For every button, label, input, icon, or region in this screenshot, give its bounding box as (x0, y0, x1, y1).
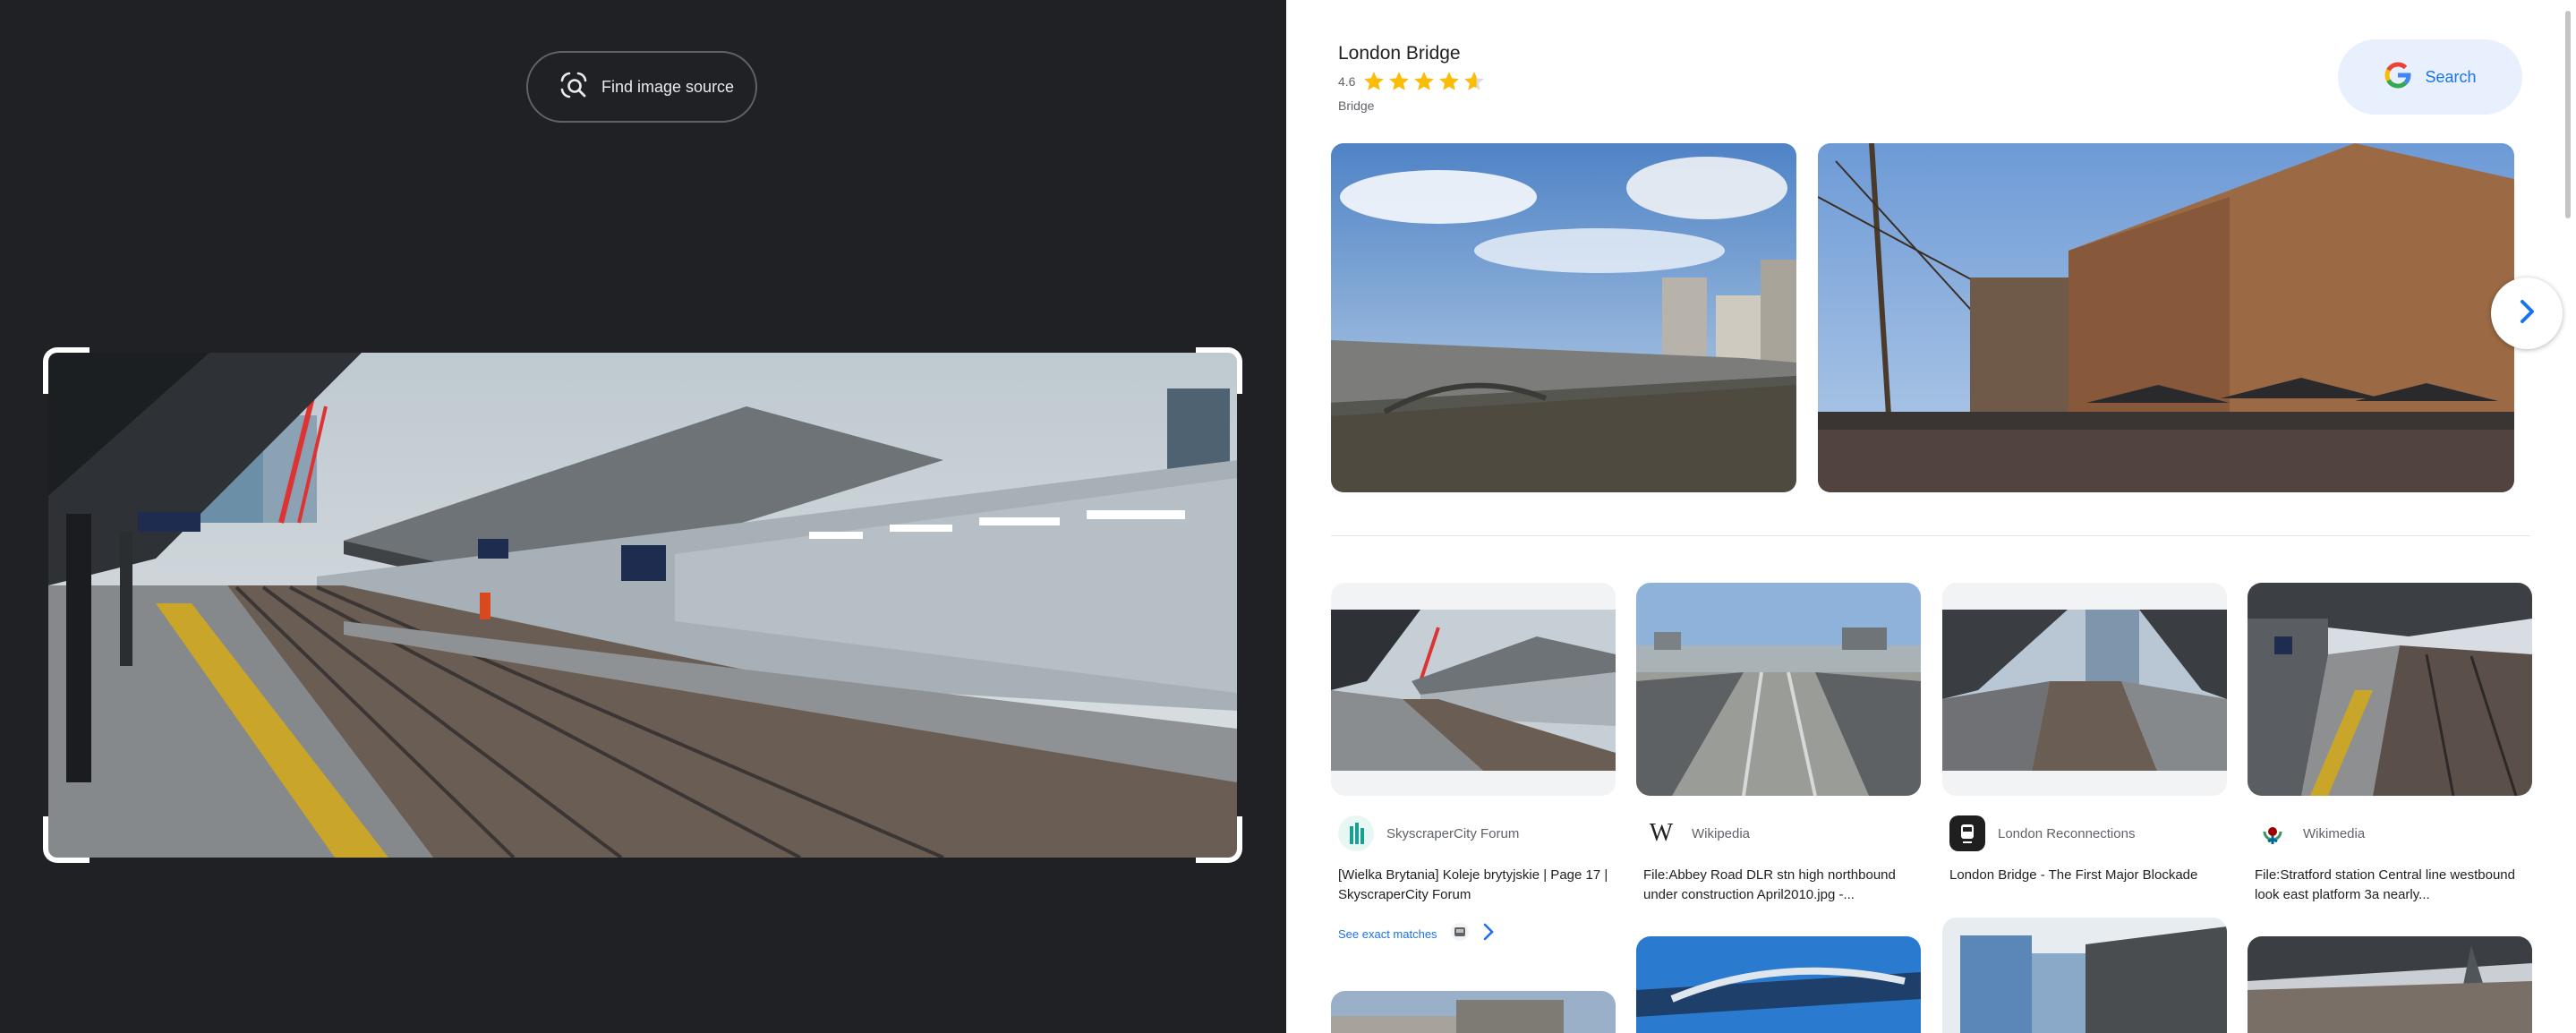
rating-row: 4.6 (1338, 70, 1486, 93)
result-source[interactable]: London Reconnections (1942, 815, 2227, 851)
visual-match-card[interactable]: W Wikipedia File:Abbey Road DLR stn high… (1636, 583, 1921, 905)
result-source[interactable]: Wikimedia (2248, 815, 2532, 851)
search-button-label: Search (2425, 67, 2477, 86)
result-source[interactable]: SkyscraperCity Forum (1331, 815, 1616, 851)
find-image-source-button[interactable]: Find image source (526, 51, 757, 123)
crop-corner-top-left[interactable] (43, 347, 90, 394)
chevron-right-icon (1482, 922, 1495, 946)
visual-match-thumbnail[interactable] (1331, 583, 1616, 796)
star-icon (1389, 72, 1410, 90)
visual-match-thumbnail[interactable] (2248, 583, 2532, 796)
exact-match-thumbnail-icon (1450, 922, 1470, 946)
knowledge-entity: London Bridge 4.6 Bridge (1338, 43, 1486, 113)
visual-match-thumbnail[interactable] (1942, 583, 2227, 796)
search-button[interactable]: Search (2338, 39, 2522, 115)
section-divider (1331, 535, 2530, 536)
visual-match-card[interactable]: London Reconnections London Bridge - The… (1942, 583, 2227, 885)
next-images-button[interactable] (2491, 277, 2563, 349)
star-rating (1362, 70, 1486, 93)
star-icon (1439, 72, 1460, 90)
result-source-name: London Reconnections (1998, 825, 2136, 841)
star-icon (1364, 72, 1385, 90)
results-pane: London Bridge 4.6 Bridge Search Skyscrap… (1286, 0, 2576, 1033)
crop-corner-bottom-left[interactable] (43, 816, 90, 863)
visual-match-thumbnail[interactable] (1942, 918, 2227, 1033)
crop-corner-top-right[interactable] (1196, 347, 1242, 394)
skyscrapercity-icon (1338, 815, 1374, 851)
star-icon (1414, 72, 1435, 90)
result-title[interactable]: [Wielka Brytania] Koleje brytyjskie | Pa… (1331, 866, 1616, 905)
result-title[interactable]: File:Stratford station Central line west… (2248, 866, 2532, 905)
visual-match-thumbnail[interactable] (1331, 991, 1616, 1033)
visual-match-thumbnail[interactable] (1636, 936, 1921, 1033)
query-image-crop-frame[interactable] (43, 347, 1242, 863)
entity-type: Bridge (1338, 98, 1375, 113)
star-icon (1464, 72, 1485, 90)
visual-match-thumbnail[interactable] (2248, 936, 2532, 1033)
entity-image-waterfront-building[interactable] (1818, 143, 2514, 492)
visual-match-thumbnail[interactable] (1636, 583, 1921, 796)
result-source-name: SkyscraperCity Forum (1386, 825, 1520, 841)
chevron-right-icon (2516, 299, 2538, 329)
crop-corner-bottom-right[interactable] (1196, 816, 1242, 863)
entity-image-bridge[interactable] (1331, 143, 1796, 492)
visual-match-card[interactable]: Wikimedia File:Stratford station Central… (2248, 583, 2532, 905)
query-image (48, 353, 1237, 858)
london-reconnections-icon (1949, 815, 1985, 851)
result-source-name: Wikipedia (1692, 825, 1751, 841)
see-exact-matches-label: See exact matches (1338, 927, 1437, 941)
lens-search-icon (559, 70, 589, 105)
results-scrollbar[interactable] (2565, 11, 2571, 218)
rating-value: 4.6 (1338, 74, 1356, 89)
query-pane: Find image source (0, 0, 1286, 1033)
result-source-name: Wikimedia (2303, 825, 2366, 841)
find-image-source-label: Find image source (601, 77, 735, 96)
entity-title[interactable]: London Bridge (1338, 43, 1486, 64)
result-title[interactable]: File:Abbey Road DLR stn high northbound … (1636, 866, 1921, 905)
result-title[interactable]: London Bridge - The First Major Blockade (1942, 866, 2227, 885)
result-source[interactable]: W Wikipedia (1636, 815, 1921, 851)
visual-match-card[interactable]: SkyscraperCity Forum [Wielka Brytania] K… (1331, 583, 1616, 905)
wikimedia-icon (2255, 815, 2290, 851)
google-g-icon (2384, 61, 2412, 94)
wikipedia-icon: W (1643, 815, 1679, 851)
see-exact-matches-link[interactable]: See exact matches (1338, 922, 1495, 946)
